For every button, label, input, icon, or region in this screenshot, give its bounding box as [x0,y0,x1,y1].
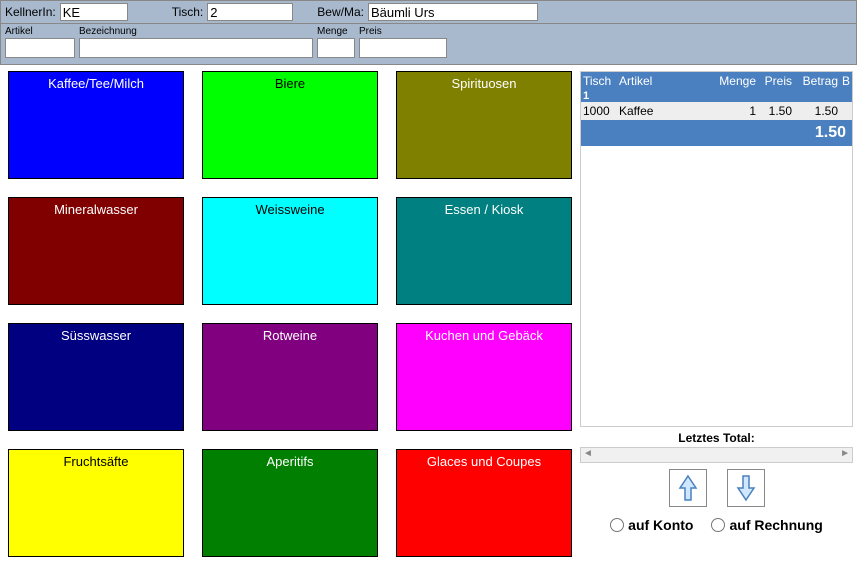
category-button[interactable]: Biere [202,71,378,179]
filter-artikel-label: Artikel [5,26,75,37]
category-label: Mineralwasser [9,202,183,217]
category-button[interactable]: Kuchen und Gebäck [396,323,572,431]
cell-menge: 1 [714,104,758,118]
filter-preis-label: Preis [359,26,447,37]
radio-konto[interactable]: auf Konto [610,517,693,533]
category-label: Essen / Kiosk [397,202,571,217]
filter-bar: Artikel Bezeichnung Menge Preis [0,24,857,65]
order-body [581,146,852,426]
bewma-input[interactable] [368,3,538,21]
tisch-input[interactable] [207,3,293,21]
order-table: Tisch Artikel Menge Preis Betrag B 1 100… [580,71,853,427]
filter-preis-input[interactable] [359,38,447,58]
filter-artikel-input[interactable] [5,38,75,58]
col-tisch: Tisch [581,74,617,88]
header-bar: KellnerIn: Tisch: Bew/Ma: [0,0,857,24]
col-b: B [840,74,852,88]
category-label: Spirituosen [397,76,571,91]
cell-artikel-id: 1000 [581,104,617,118]
category-button[interactable]: Fruchtsäfte [8,449,184,557]
category-grid: Kaffee/Tee/Milch Biere Spirituosen Mineralw… [8,71,572,557]
category-label: Rotweine [203,328,377,343]
category-button[interactable]: Süsswasser [8,323,184,431]
radio-rechnung-input[interactable] [711,518,725,532]
scroll-down-button[interactable] [727,469,765,507]
kellner-label: KellnerIn: [5,5,56,19]
category-button[interactable]: Glaces und Coupes [396,449,572,557]
category-button[interactable]: Essen / Kiosk [396,197,572,305]
category-button[interactable]: Kaffee/Tee/Milch [8,71,184,179]
col-artikel: Artikel [617,74,714,88]
radio-konto-input[interactable] [610,518,624,532]
col-preis: Preis [758,74,794,88]
bewma-label: Bew/Ma: [317,5,364,19]
category-button[interactable]: Rotweine [202,323,378,431]
category-label: Süsswasser [9,328,183,343]
cell-artikel-name: Kaffee [617,104,714,118]
category-button[interactable]: Weissweine [202,197,378,305]
tisch-label: Tisch: [172,5,204,19]
radio-rechnung[interactable]: auf Rechnung [711,517,822,533]
category-label: Kaffee/Tee/Milch [9,76,183,91]
arrow-down-icon [736,474,756,502]
total-row: 1.50 [581,120,852,146]
category-button[interactable]: Aperitifs [202,449,378,557]
cell-betrag: 1.50 [794,104,840,118]
category-button[interactable]: Spirituosen [396,71,572,179]
filter-menge-input[interactable] [317,38,355,58]
scroll-up-button[interactable] [669,469,707,507]
filter-bez-label: Bezeichnung [79,26,313,37]
category-label: Weissweine [203,202,377,217]
filter-menge-label: Menge [317,26,355,37]
category-label: Kuchen und Gebäck [397,328,571,343]
category-label: Glaces und Coupes [397,454,571,469]
arrow-up-icon [678,474,698,502]
right-panel: Tisch Artikel Menge Preis Betrag B 1 100… [580,71,853,557]
order-line[interactable]: 1000Kaffee11.501.50 [581,102,852,120]
cell-preis: 1.50 [758,104,794,118]
tisch-row: 1 [581,90,852,102]
category-label: Fruchtsäfte [9,454,183,469]
order-header: Tisch Artikel Menge Preis Betrag B [581,72,852,90]
col-betrag: Betrag [794,74,840,88]
category-button[interactable]: Mineralwasser [8,197,184,305]
col-menge: Menge [714,74,758,88]
horizontal-scrollbar[interactable] [580,447,853,463]
kellner-input[interactable] [60,3,128,21]
filter-bez-input[interactable] [79,38,313,58]
category-label: Aperitifs [203,454,377,469]
letztes-total-label: Letztes Total: [580,431,853,445]
category-label: Biere [203,76,377,91]
